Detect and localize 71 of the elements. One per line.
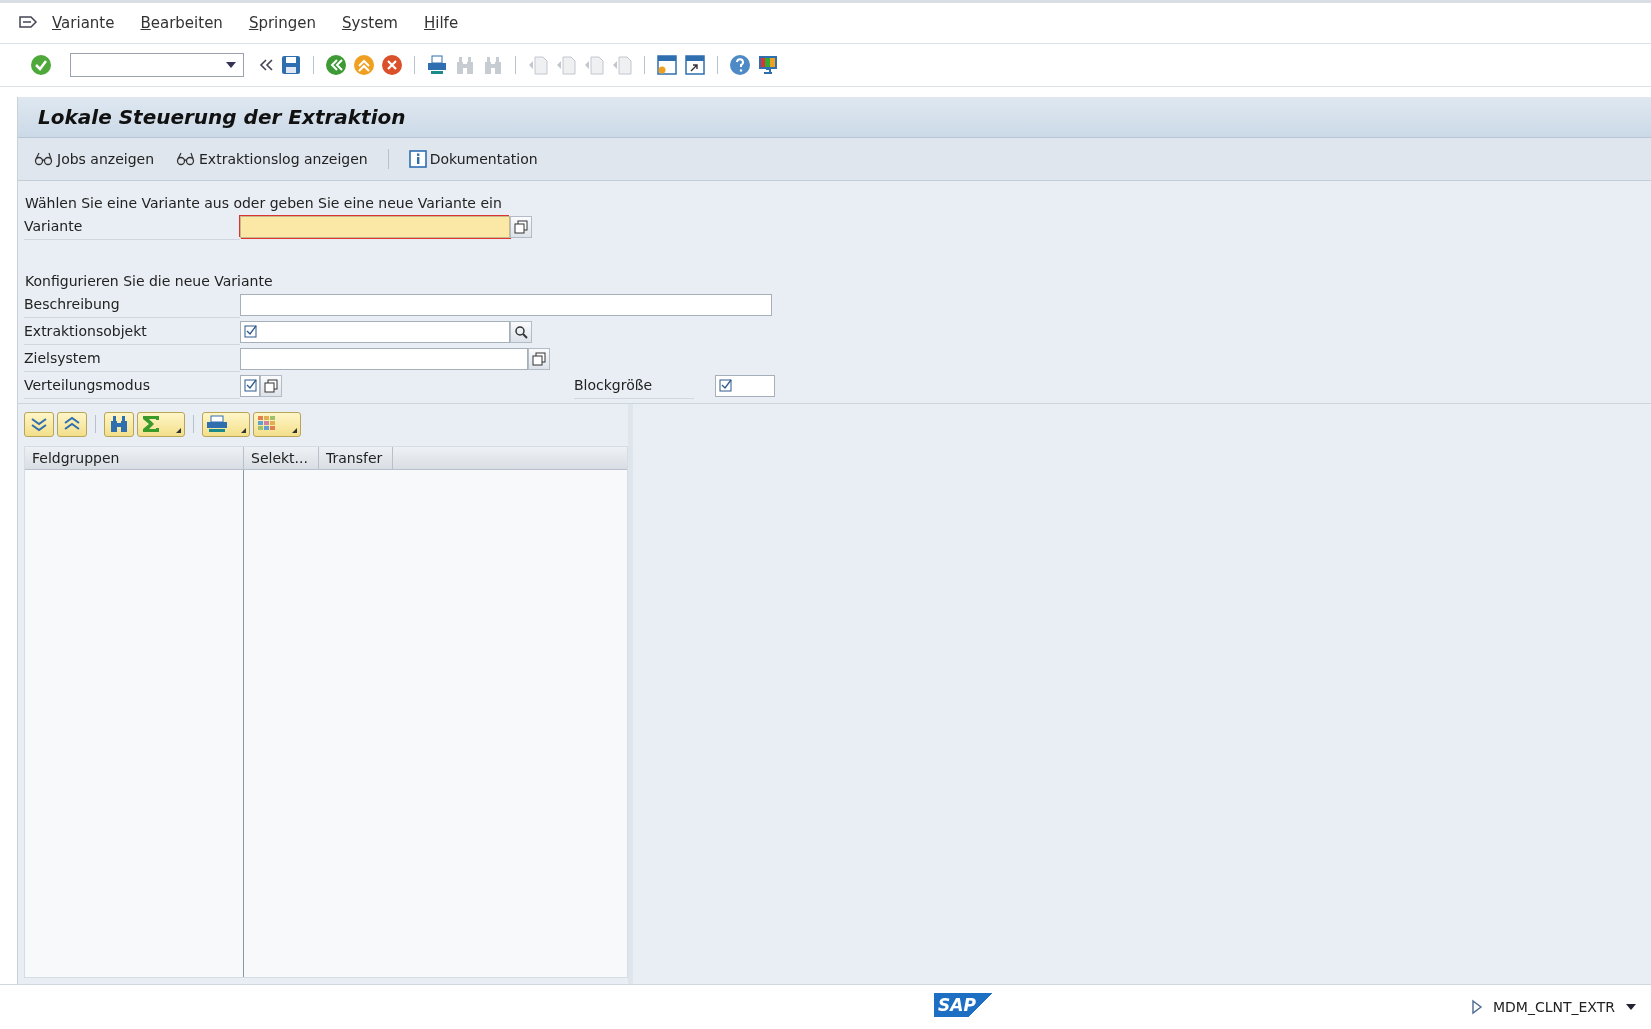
new-session-icon[interactable] — [656, 54, 678, 76]
menu-item[interactable]: Springen — [248, 14, 317, 32]
dropdown-icon — [225, 61, 237, 69]
layout-button[interactable] — [253, 411, 301, 437]
checkbox-icon — [244, 324, 258, 339]
print-icon[interactable] — [426, 54, 448, 76]
field-label: Zielsystem — [24, 345, 240, 372]
play-icon[interactable] — [1471, 999, 1483, 1015]
collapse-button[interactable] — [57, 411, 87, 437]
sigma-icon — [141, 415, 161, 433]
toolbar-button[interactable]: Dokumentation — [406, 148, 540, 170]
section-heading: Wählen Sie eine Variante aus oder geben Sie eine neue Variante ein — [24, 194, 503, 213]
input-field[interactable] — [240, 293, 772, 316]
print-button[interactable] — [202, 411, 250, 437]
monitor-icon[interactable] — [757, 54, 779, 76]
save-icon[interactable] — [280, 54, 302, 76]
screen-title: Lokale Steuerung der Extraktion — [38, 105, 406, 129]
field-label: Extraktionsobjekt — [24, 318, 240, 345]
field-label: Verteilungsmodus — [24, 372, 240, 399]
system-info[interactable]: MDM_CLNT_EXTR — [1493, 999, 1615, 1015]
sum-button[interactable] — [137, 411, 185, 437]
menu-item[interactable]: Bearbeiten — [140, 14, 223, 32]
column-header[interactable]: Transfer — [319, 447, 393, 469]
checkbox-icon — [244, 378, 258, 393]
value-help-button[interactable] — [528, 347, 550, 370]
binoculars-plus-icon — [482, 54, 504, 76]
toolbar-button[interactable]: Extraktionslog anzeigen — [174, 149, 370, 169]
double-chevron-icon[interactable] — [258, 57, 274, 73]
printer-icon — [206, 415, 228, 433]
binoculars-icon — [109, 415, 129, 433]
input-field[interactable] — [240, 215, 510, 238]
page-arrow-icon — [611, 54, 633, 76]
toolbar-button[interactable]: Jobs anzeigen — [32, 149, 156, 169]
menu-item[interactable]: System — [342, 14, 398, 32]
binoculars-icon — [454, 54, 476, 76]
input-field[interactable] — [240, 347, 528, 370]
menu-item[interactable]: Variante — [52, 14, 115, 32]
page-arrow-icon — [555, 54, 577, 76]
info-icon — [408, 150, 427, 168]
column-header[interactable]: Feldgruppen — [25, 447, 244, 469]
glasses-icon — [34, 152, 54, 166]
glasses-icon — [176, 152, 196, 166]
cancel-icon[interactable] — [381, 54, 403, 76]
field-label: Beschreibung — [24, 291, 240, 318]
expand-icon — [29, 416, 49, 432]
input-field[interactable] — [240, 374, 260, 397]
expand-button[interactable] — [24, 411, 54, 437]
checkbox-icon — [719, 378, 733, 393]
input-field[interactable] — [240, 320, 510, 343]
field-label: Blockgröße — [574, 372, 694, 399]
find-button[interactable] — [104, 411, 134, 437]
help-icon[interactable] — [729, 54, 751, 76]
search-button[interactable] — [510, 320, 532, 343]
section-heading: Konfigurieren Sie die neue Variante — [24, 272, 274, 291]
page-arrow-icon — [583, 54, 605, 76]
logo: SAP — [934, 993, 994, 1017]
column-header[interactable]: Selekt... — [244, 447, 319, 469]
command-field[interactable] — [70, 53, 244, 77]
search-icon — [514, 324, 528, 339]
value-help-button[interactable] — [510, 215, 532, 238]
page-arrow-icon — [527, 54, 549, 76]
collapse-icon — [62, 416, 82, 432]
check-icon[interactable] — [30, 54, 52, 76]
input-field[interactable] — [715, 374, 775, 397]
dropdown-icon[interactable] — [1625, 1003, 1637, 1011]
grid-icon — [257, 415, 277, 433]
menu-icon[interactable] — [18, 15, 38, 31]
menu-item[interactable]: Hilfe — [424, 14, 459, 32]
shortcut-icon[interactable] — [684, 54, 706, 76]
value-help-button[interactable] — [260, 374, 282, 397]
back-icon[interactable] — [325, 54, 347, 76]
